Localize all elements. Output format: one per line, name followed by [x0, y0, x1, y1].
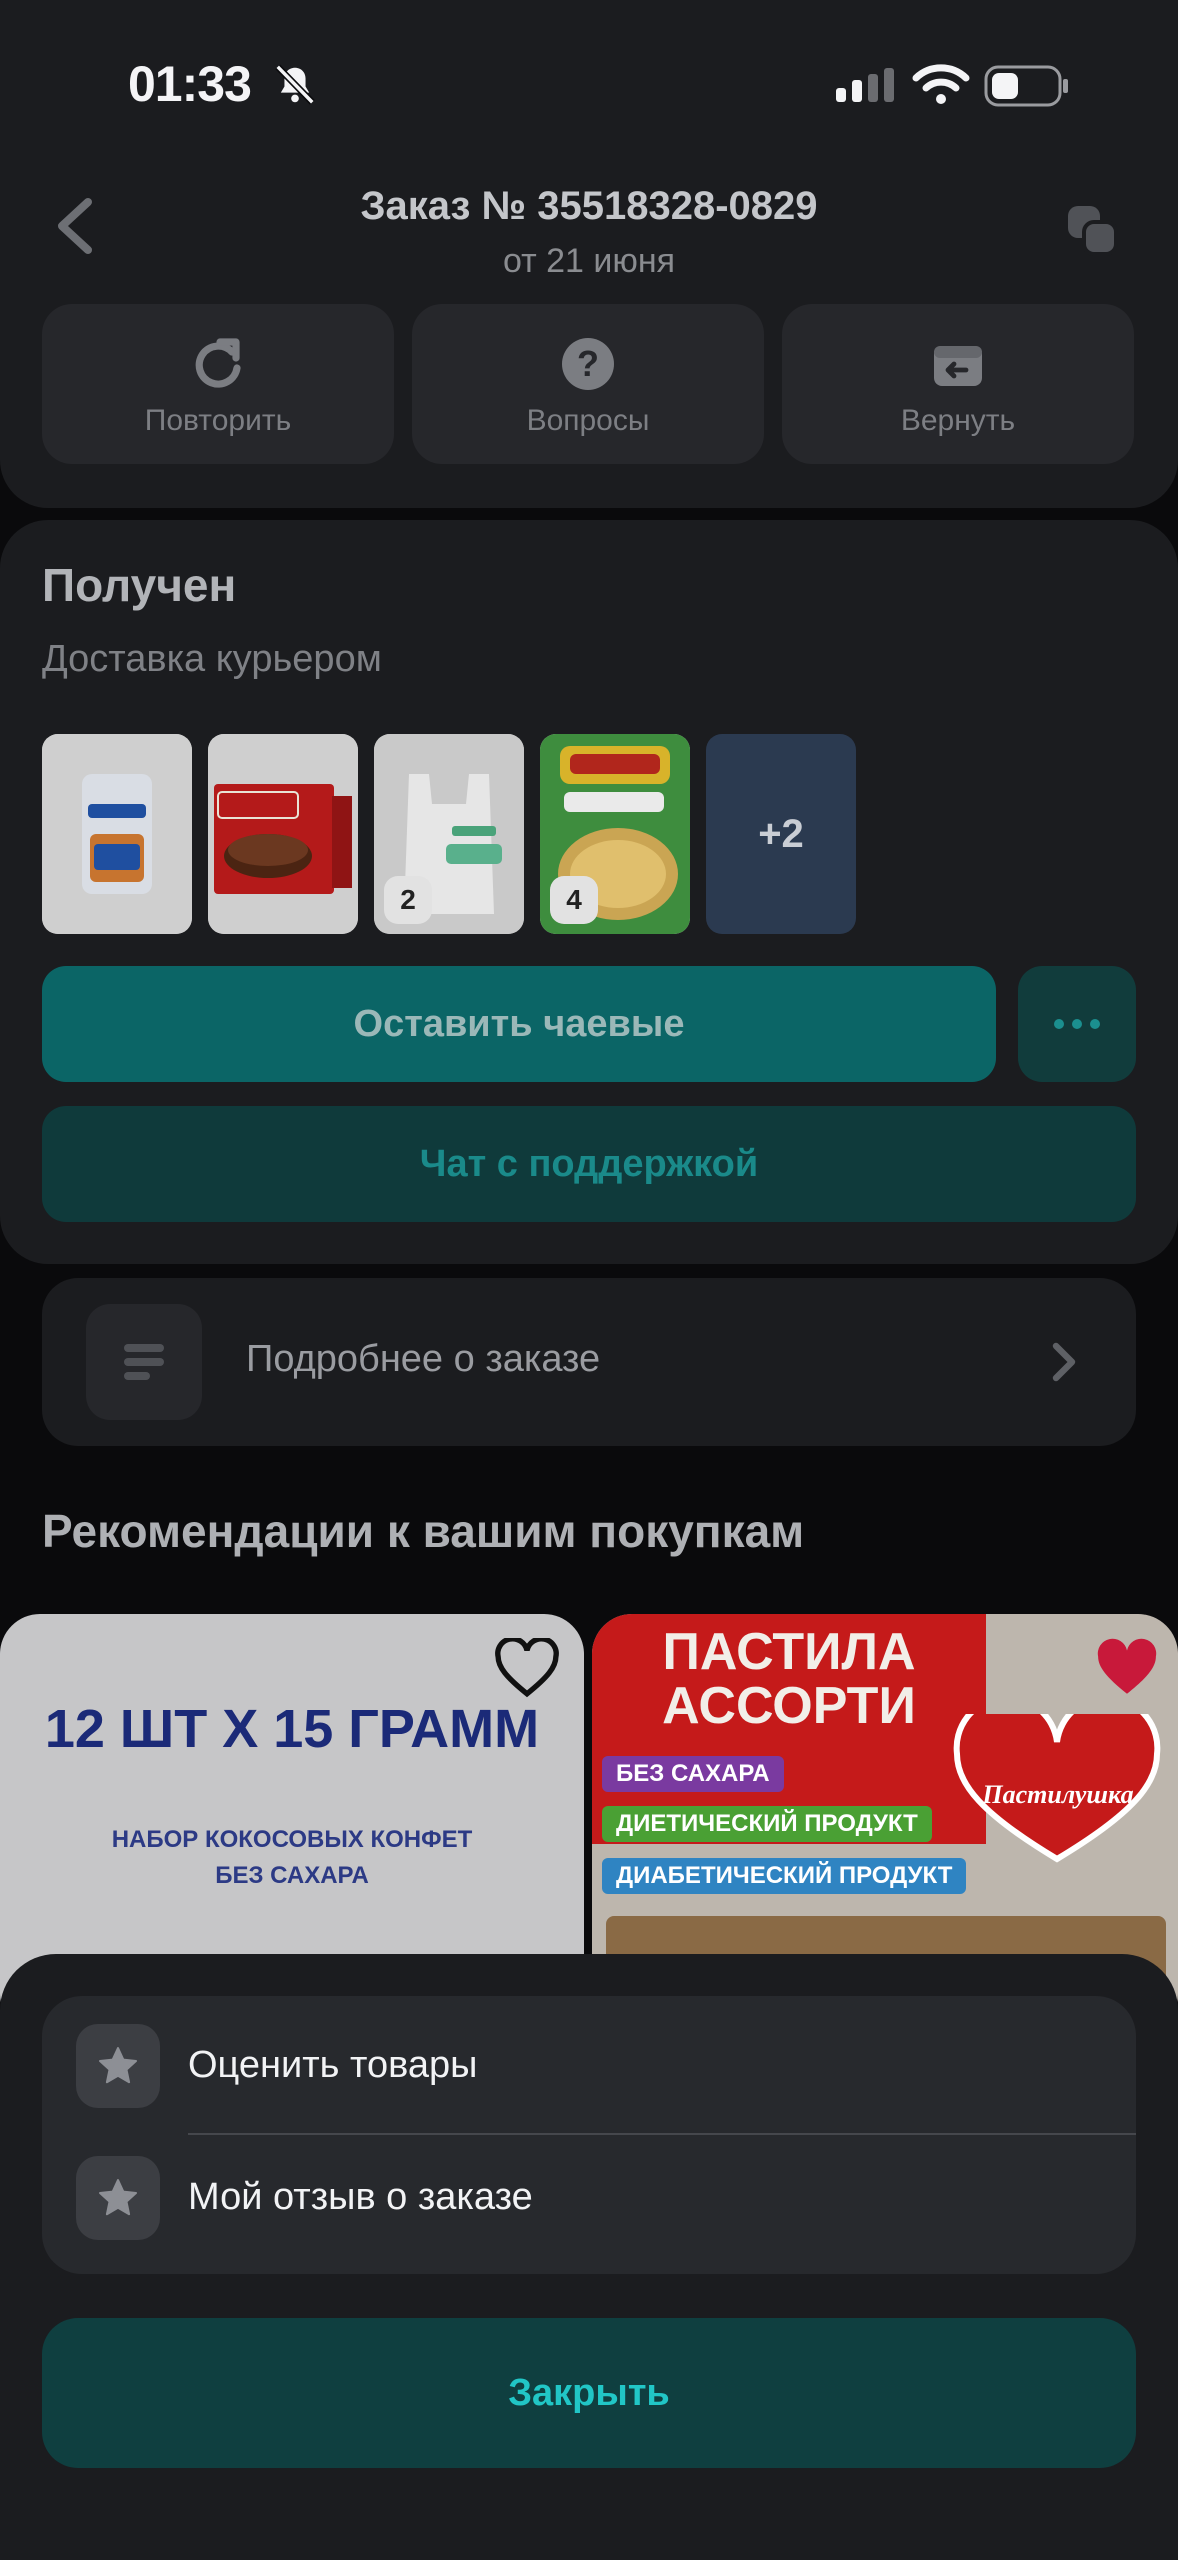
my-review-item[interactable]: Мой отзыв о заказе	[42, 2136, 1136, 2274]
order-details-label: Подробнее о заказе	[246, 1338, 601, 1380]
item-quantity-badge: 2	[384, 876, 432, 924]
order-title: Заказ № 35518328-0829	[360, 184, 818, 228]
heart-outline-icon[interactable]	[494, 1638, 560, 1698]
close-button[interactable]: Закрыть	[42, 2318, 1136, 2468]
star-icon	[99, 2047, 137, 2084]
cellular-signal-icon	[836, 68, 894, 102]
leave-tip-button[interactable]: Оставить чаевые	[42, 966, 996, 1082]
questions-button[interactable]: ? Вопросы	[412, 304, 764, 464]
rate-products-item[interactable]: Оценить товары	[42, 1996, 1136, 2134]
item-quantity-badge: 4	[550, 876, 598, 924]
chevron-right-icon	[1052, 1342, 1076, 1382]
repeat-icon	[195, 338, 241, 388]
product-headline-count: 12 ШТ	[44, 1699, 208, 1759]
repeat-label: Повторить	[144, 404, 292, 437]
return-label: Вернуть	[900, 404, 1016, 437]
more-options-button[interactable]	[1018, 966, 1136, 1082]
repeat-button[interactable]: Повторить	[42, 304, 394, 464]
bread-product-image	[42, 734, 192, 934]
heart-filled-icon[interactable]	[1094, 1638, 1160, 1698]
details-icon-box	[86, 1304, 202, 1420]
delivery-method: Доставка курьером	[42, 638, 382, 680]
return-box-icon	[934, 346, 982, 386]
bell-slash-icon	[275, 64, 315, 105]
list-icon	[124, 1344, 164, 1380]
pastila-headline-2: АССОРТИ	[662, 1677, 916, 1735]
sheet-divider	[188, 2133, 1136, 2135]
chocopie-product-image	[208, 734, 358, 934]
pastila-brand-name: Пастилушка	[982, 1780, 1134, 1809]
support-chat-button[interactable]: Чат с поддержкой	[42, 1106, 1136, 1222]
svg-text:?: ?	[577, 343, 599, 384]
product-subline-1: НАБОР КОКОСОВЫХ КОНФЕТ	[111, 1826, 473, 1853]
star-icon	[99, 2179, 137, 2216]
product-headline: 12 ШТ X 15 ГРАММ	[0, 1698, 584, 1760]
item-thumbnail-bag[interactable]: 2	[374, 734, 524, 934]
item-thumbnail-bread[interactable]	[42, 734, 192, 934]
copy-icon[interactable]	[1064, 202, 1120, 258]
item-thumbnail-chocopie[interactable]	[208, 734, 358, 934]
item-thumbnail-noodles[interactable]: 4	[540, 734, 690, 934]
star-icon-box	[76, 2024, 160, 2108]
my-review-label: Мой отзыв о заказе	[188, 2176, 533, 2218]
product-headline-weight: X 15 ГРАММ	[222, 1699, 540, 1759]
question-icon: ?	[562, 338, 614, 390]
return-button[interactable]: Вернуть	[782, 304, 1134, 464]
pastila-headline-1: ПАСТИЛА	[662, 1623, 916, 1681]
order-status-title: Получен	[42, 559, 237, 611]
star-icon-box	[76, 2156, 160, 2240]
wifi-icon	[912, 64, 970, 104]
rate-products-label: Оценить товары	[188, 2044, 478, 2086]
more-items-thumbnail[interactable]: +2	[706, 734, 856, 934]
pastila-tag-1: БЕЗ САХАРА	[602, 1756, 784, 1792]
pastila-tag-2: ДИЕТИЧЕСКИЙ ПРОДУКТ	[602, 1806, 932, 1842]
battery-icon	[984, 65, 1068, 107]
ellipsis-icon	[1054, 1019, 1100, 1029]
order-date: от 21 июня	[502, 242, 676, 280]
recommendations-title: Рекомендации к вашим покупкам	[42, 1505, 805, 1557]
pastila-tag-3: ДИАБЕТИЧЕСКИЙ ПРОДУКТ	[602, 1858, 967, 1894]
status-time: 01:33	[128, 56, 252, 112]
product-subline-2: БЕЗ САХАРА	[215, 1862, 369, 1889]
questions-label: Вопросы	[526, 404, 650, 437]
